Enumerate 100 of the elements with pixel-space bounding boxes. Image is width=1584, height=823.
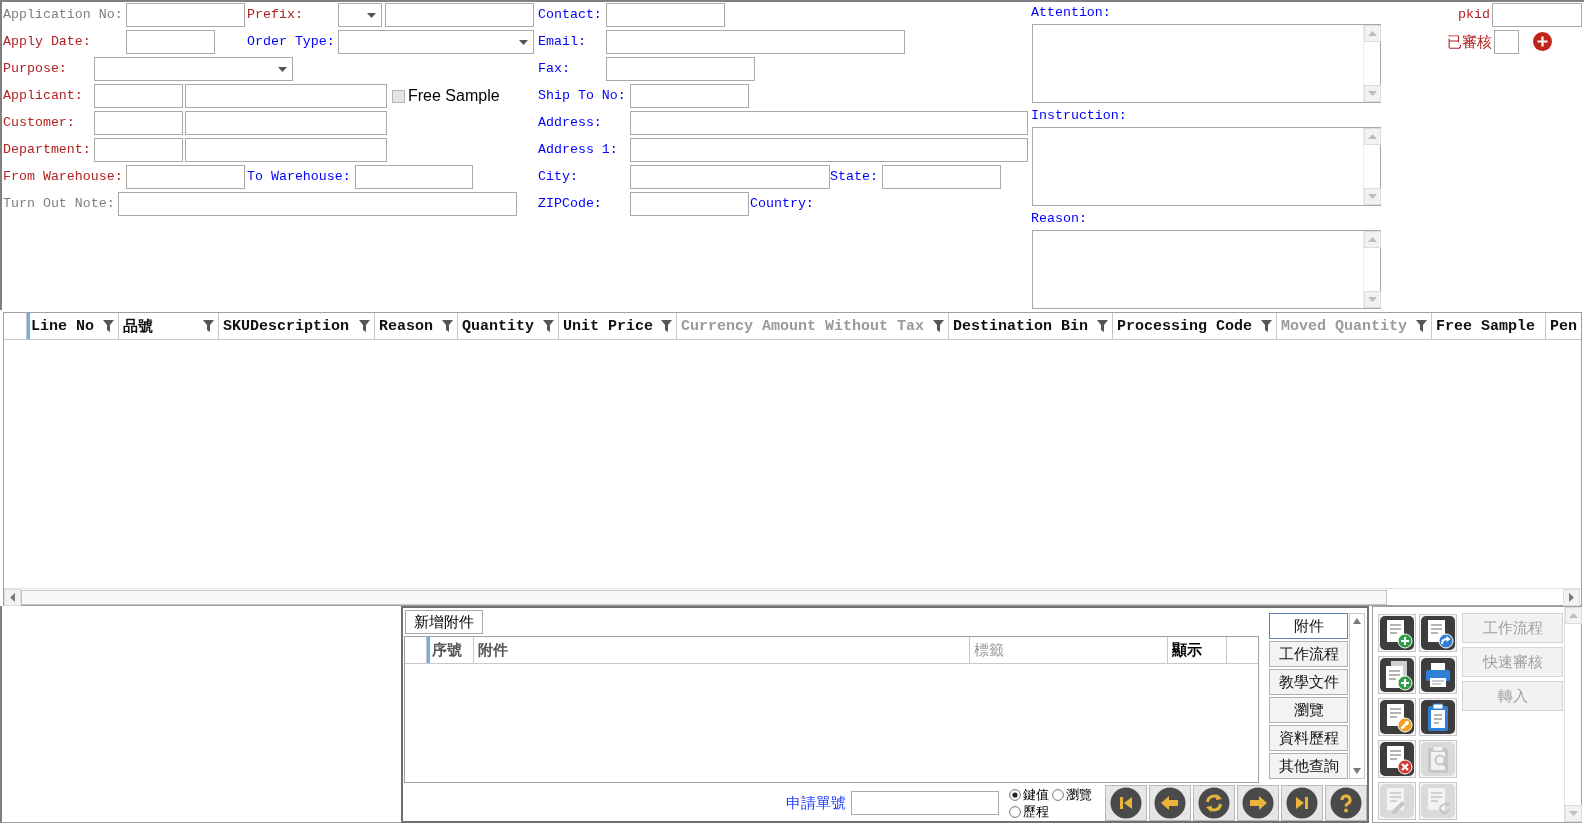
text-field[interactable] [94,111,183,135]
toolbar-button[interactable] [1378,656,1416,694]
column-header[interactable]: Reason [375,313,458,339]
next-button[interactable] [1237,785,1279,821]
printer-icon [1421,658,1455,692]
dropdown[interactable] [338,3,382,27]
filter-icon[interactable] [359,320,370,332]
side-tab[interactable]: 附件 [1269,613,1348,639]
last-button[interactable] [1281,785,1323,821]
column-header[interactable]: Unit Price [559,313,677,339]
text-field[interactable] [185,84,387,108]
radio-icon[interactable] [1052,788,1064,801]
text-field[interactable] [355,165,473,189]
column-header[interactable]: SKUDescription [219,313,375,339]
text-field[interactable] [851,791,999,815]
text-field[interactable] [630,111,1028,135]
column-header[interactable]: 序號 [427,637,474,663]
filter-icon[interactable] [661,320,672,332]
text-field[interactable] [882,165,1001,189]
radio-option[interactable]: 歷程 [1009,804,1049,819]
text-field[interactable] [630,84,749,108]
field-label: Instruction: [1031,107,1127,125]
checkbox-label: Free Sample [408,87,500,104]
text-field[interactable] [126,165,245,189]
skip-end-icon [1286,787,1318,819]
add-attachment-button[interactable]: 新增附件 [405,610,483,634]
field-label: 已審核 [1447,33,1492,51]
filter-icon[interactable] [103,320,114,332]
caret-icon [367,12,376,18]
filter-icon[interactable] [442,320,453,332]
field-label: Application No: [3,7,123,22]
side-tab[interactable]: 工作流程 [1269,641,1348,667]
column-header[interactable]: Processing Code [1113,313,1277,339]
side-tab[interactable]: 其他查詢 [1269,753,1348,779]
text-field[interactable] [385,3,534,27]
column-header[interactable]: 品號 [119,313,219,339]
filter-icon[interactable] [1097,320,1108,332]
text-field[interactable] [630,138,1028,162]
refresh-button[interactable] [1193,785,1235,821]
column-header[interactable]: 附件 [474,637,970,663]
dropdown[interactable] [338,30,534,54]
radio-icon[interactable] [1009,788,1021,801]
toolbar-button[interactable] [1419,656,1457,694]
column-header[interactable]: Destination Bin [949,313,1113,339]
previous-button[interactable] [1149,785,1191,821]
text-field[interactable] [630,165,830,189]
filter-icon[interactable] [543,320,554,332]
scroll-left-icon[interactable] [4,588,21,606]
filter-icon[interactable] [1416,320,1427,332]
text-field[interactable] [118,192,517,216]
text-field[interactable] [1492,3,1582,27]
toolbar-button[interactable] [1378,698,1416,736]
text-field[interactable] [630,192,749,216]
text-field[interactable] [1494,30,1519,54]
scroll-thumb[interactable] [21,589,1387,605]
radio-option[interactable]: 鍵值 [1009,787,1049,802]
text-field[interactable] [185,138,387,162]
filter-icon[interactable] [933,320,944,332]
column-header[interactable]: Pen [1546,313,1581,339]
filter-icon[interactable] [203,320,214,332]
side-tab[interactable]: 教學文件 [1269,669,1348,695]
caret-icon [278,66,287,72]
column-header[interactable]: Free Sample [1432,313,1546,339]
text-field[interactable] [185,111,387,135]
radio-icon[interactable] [1009,805,1021,818]
documents-plus-icon [1380,658,1414,692]
toolbar-button[interactable] [1378,614,1416,652]
dropdown[interactable] [94,57,293,81]
text-field[interactable] [126,30,215,54]
side-tab[interactable]: 資料歷程 [1269,725,1348,751]
field-label: City: [538,169,578,184]
field-label: Applicant: [3,88,83,103]
field-label: Attention: [1031,4,1111,22]
toolbar-button[interactable] [1419,614,1457,652]
column-header[interactable]: Quantity [458,313,559,339]
caret-icon [519,39,528,45]
scroll-right-icon[interactable] [1563,588,1580,606]
field-label: Address 1: [538,142,618,157]
text-field[interactable] [94,84,183,108]
text-field[interactable] [126,3,245,27]
toolbar-button[interactable] [1378,740,1416,778]
column-header[interactable]: Line No [27,313,119,339]
text-field[interactable] [94,138,183,162]
text-field[interactable] [606,3,725,27]
field-label: Email: [538,34,586,49]
filter-icon[interactable] [1261,320,1272,332]
horizontal-scrollbar[interactable] [4,588,1581,605]
vertical-scrollbar[interactable] [1349,613,1365,779]
first-button[interactable] [1105,785,1147,821]
clipboard-icon [1421,700,1455,734]
help-button[interactable] [1325,785,1367,821]
side-tab[interactable]: 瀏覽 [1269,697,1348,723]
text-field[interactable] [606,57,755,81]
plus-circle-icon[interactable] [1533,32,1552,51]
column-header[interactable]: 顯示 [1168,637,1227,663]
radio-option[interactable]: 瀏覽 [1052,787,1092,802]
field-label: Country: [750,196,814,211]
checkbox[interactable] [392,90,405,103]
text-field[interactable] [606,30,905,54]
toolbar-button[interactable] [1419,698,1457,736]
